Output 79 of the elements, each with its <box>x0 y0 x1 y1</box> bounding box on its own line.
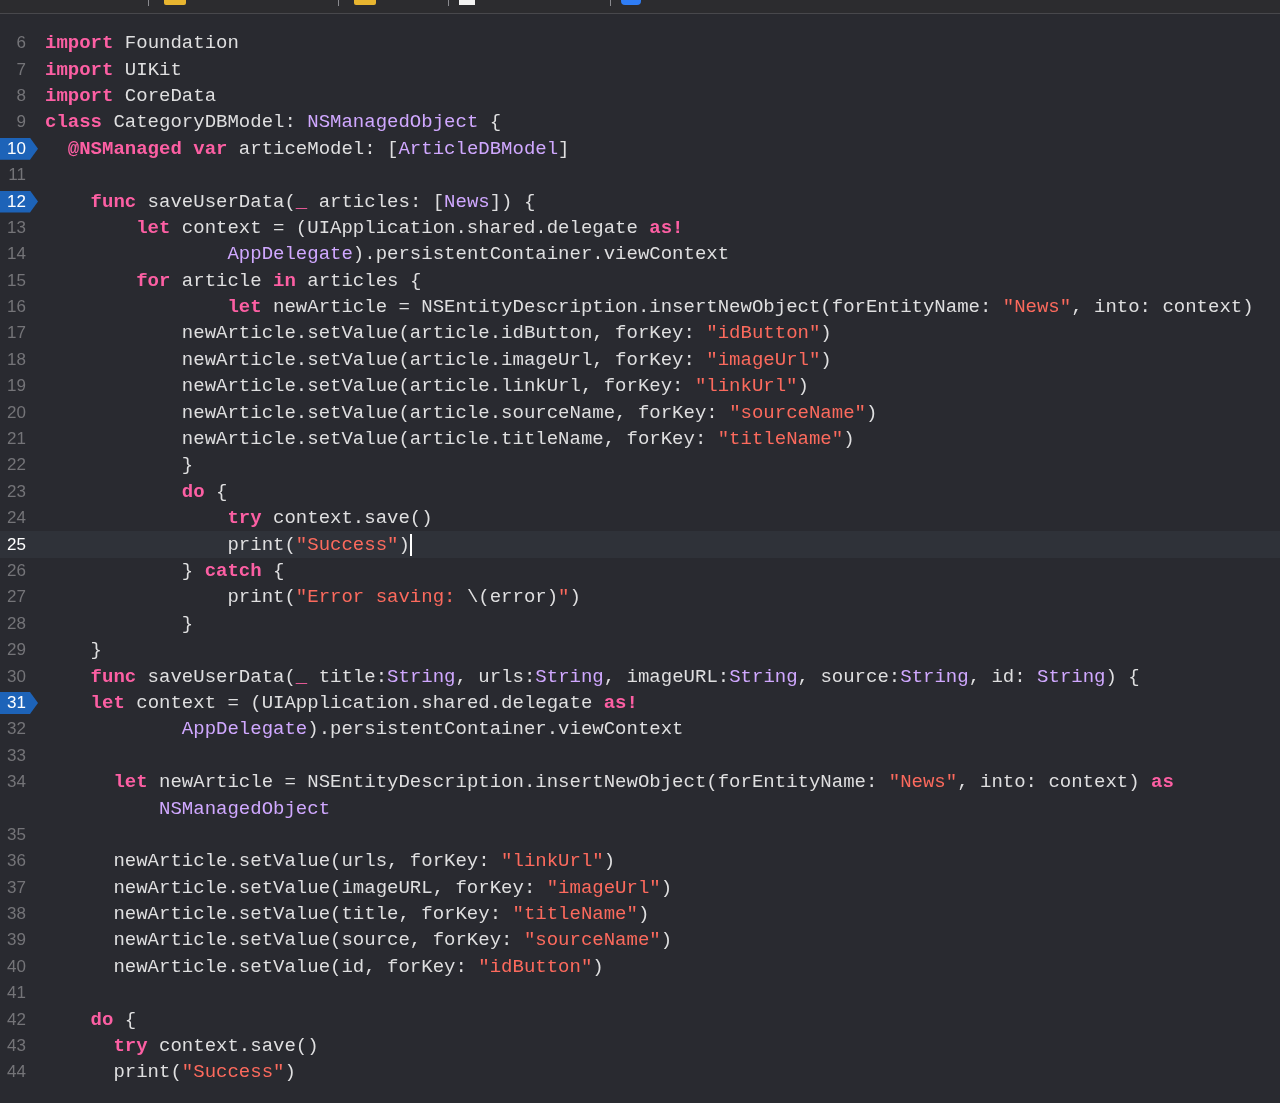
folder-icon[interactable] <box>164 0 186 5</box>
code-line: import Foundation <box>45 31 239 56</box>
line-number: 9 <box>15 111 26 134</box>
code-line: func saveUserData(_ title:String, urls:String, imageURL:String, source:String, id: String) { <box>89 664 1140 689</box>
line-number: 8 <box>15 84 26 107</box>
line-number: 37 <box>6 876 26 899</box>
code-line: AppDelegate).persistentContainer.viewContext <box>226 242 730 267</box>
line-number: 29 <box>6 639 26 662</box>
code-line: print("Success") <box>226 532 412 557</box>
code-line: @NSManaged var articeModel: [ArticleDBModel] <box>66 136 570 161</box>
code-line: do { <box>180 479 228 504</box>
text-cursor <box>409 533 412 556</box>
line-number: 20 <box>6 401 26 424</box>
line-number: 21 <box>6 428 26 451</box>
line-number: 27 <box>6 586 26 609</box>
code-line: let newArticle = NSEntityDescription.insertNewObject(forEntityName: "News", into: context) <box>226 295 1254 320</box>
code-line: let newArticle = NSEntityDescription.insertNewObject(forEntityName: "News", into: context) as <box>112 770 1174 795</box>
code-line: newArticle.setValue(imageURL, forKey: "imageUrl") <box>112 875 673 900</box>
code-line: newArticle.setValue(id, forKey: "idButton") <box>112 954 604 979</box>
line-number: 32 <box>6 718 26 741</box>
breakpoint-marker[interactable]: 31 <box>0 691 38 714</box>
line-number: 44 <box>6 1061 26 1084</box>
code-line: AppDelegate).persistentContainer.viewContext <box>180 717 684 742</box>
code-line: newArticle.setValue(article.idButton, forKey: "idButton") <box>180 321 832 346</box>
line-number: 35 <box>6 823 26 846</box>
code-line: func saveUserData(_ articles: [News]) { <box>89 189 536 214</box>
code-line: import UIKit <box>45 57 182 82</box>
line-number: 43 <box>6 1035 26 1058</box>
code-line: newArticle.setValue(article.imageUrl, forKey: "imageUrl") <box>180 347 832 372</box>
line-number: 25 <box>6 533 26 556</box>
code-line: try context.save() <box>112 1034 319 1059</box>
code-line: let context = (UIApplication.shared.delegate as! <box>89 690 638 715</box>
folder-icon[interactable] <box>354 0 376 5</box>
code-line: } <box>180 611 194 636</box>
breakpoint-marker[interactable]: 10 <box>0 137 38 160</box>
code-line: newArticle.setValue(article.titleName, forKey: "titleName") <box>180 427 855 452</box>
code-line: print("Success") <box>112 1060 296 1085</box>
line-number: 6 <box>15 32 26 55</box>
line-number: 16 <box>6 296 26 319</box>
code-line: } <box>180 453 194 478</box>
line-number: 36 <box>6 850 26 873</box>
line-number: 41 <box>6 982 26 1005</box>
line-number: 28 <box>6 612 26 635</box>
line-number: 30 <box>6 665 26 688</box>
code-line: import CoreData <box>45 83 217 108</box>
line-number: 18 <box>6 348 26 371</box>
line-number: 39 <box>6 929 26 952</box>
code-line: NSManagedObject <box>158 796 331 821</box>
line-number: 23 <box>6 480 26 503</box>
code-line: print("Error saving: \(error)") <box>226 585 581 610</box>
code-line: } catch { <box>180 559 285 583</box>
breakpoint-marker[interactable]: 12 <box>0 190 38 213</box>
line-number: 34 <box>6 771 26 794</box>
code-line: newArticle.setValue(urls, forKey: "linkUrl") <box>112 849 616 874</box>
code-line: newArticle.setValue(source, forKey: "sourceName") <box>112 928 673 953</box>
line-number: 42 <box>6 1008 26 1031</box>
file-icon[interactable] <box>621 0 641 5</box>
code-line: newArticle.setValue(article.linkUrl, forKey: "linkUrl") <box>180 374 809 399</box>
code-line: try context.save() <box>226 506 433 531</box>
line-number: 38 <box>6 903 26 926</box>
line-number: 19 <box>6 375 26 398</box>
line-number: 17 <box>6 322 26 345</box>
line-number: 15 <box>6 269 26 292</box>
line-number: 13 <box>6 216 26 239</box>
line-number: 26 <box>6 560 26 582</box>
line-number: 7 <box>15 58 26 81</box>
line-number: 33 <box>6 744 26 767</box>
code-line: for article in articles { <box>135 268 422 293</box>
line-number: 40 <box>6 955 26 978</box>
line-number: 14 <box>6 243 26 266</box>
code-line: class CategoryDBModel: NSManagedObject { <box>45 110 502 135</box>
line-number: 24 <box>6 507 26 530</box>
line-number: 22 <box>6 454 26 477</box>
code-line: newArticle.setValue(title, forKey: "titleName") <box>112 902 650 927</box>
code-line: do { <box>89 1007 137 1032</box>
code-line: let context = (UIApplication.shared.delegate as! <box>135 215 684 240</box>
code-line: } <box>89 638 102 663</box>
line-number: 11 <box>7 164 26 187</box>
code-line: newArticle.setValue(article.sourceName, forKey: "sourceName") <box>180 400 878 425</box>
